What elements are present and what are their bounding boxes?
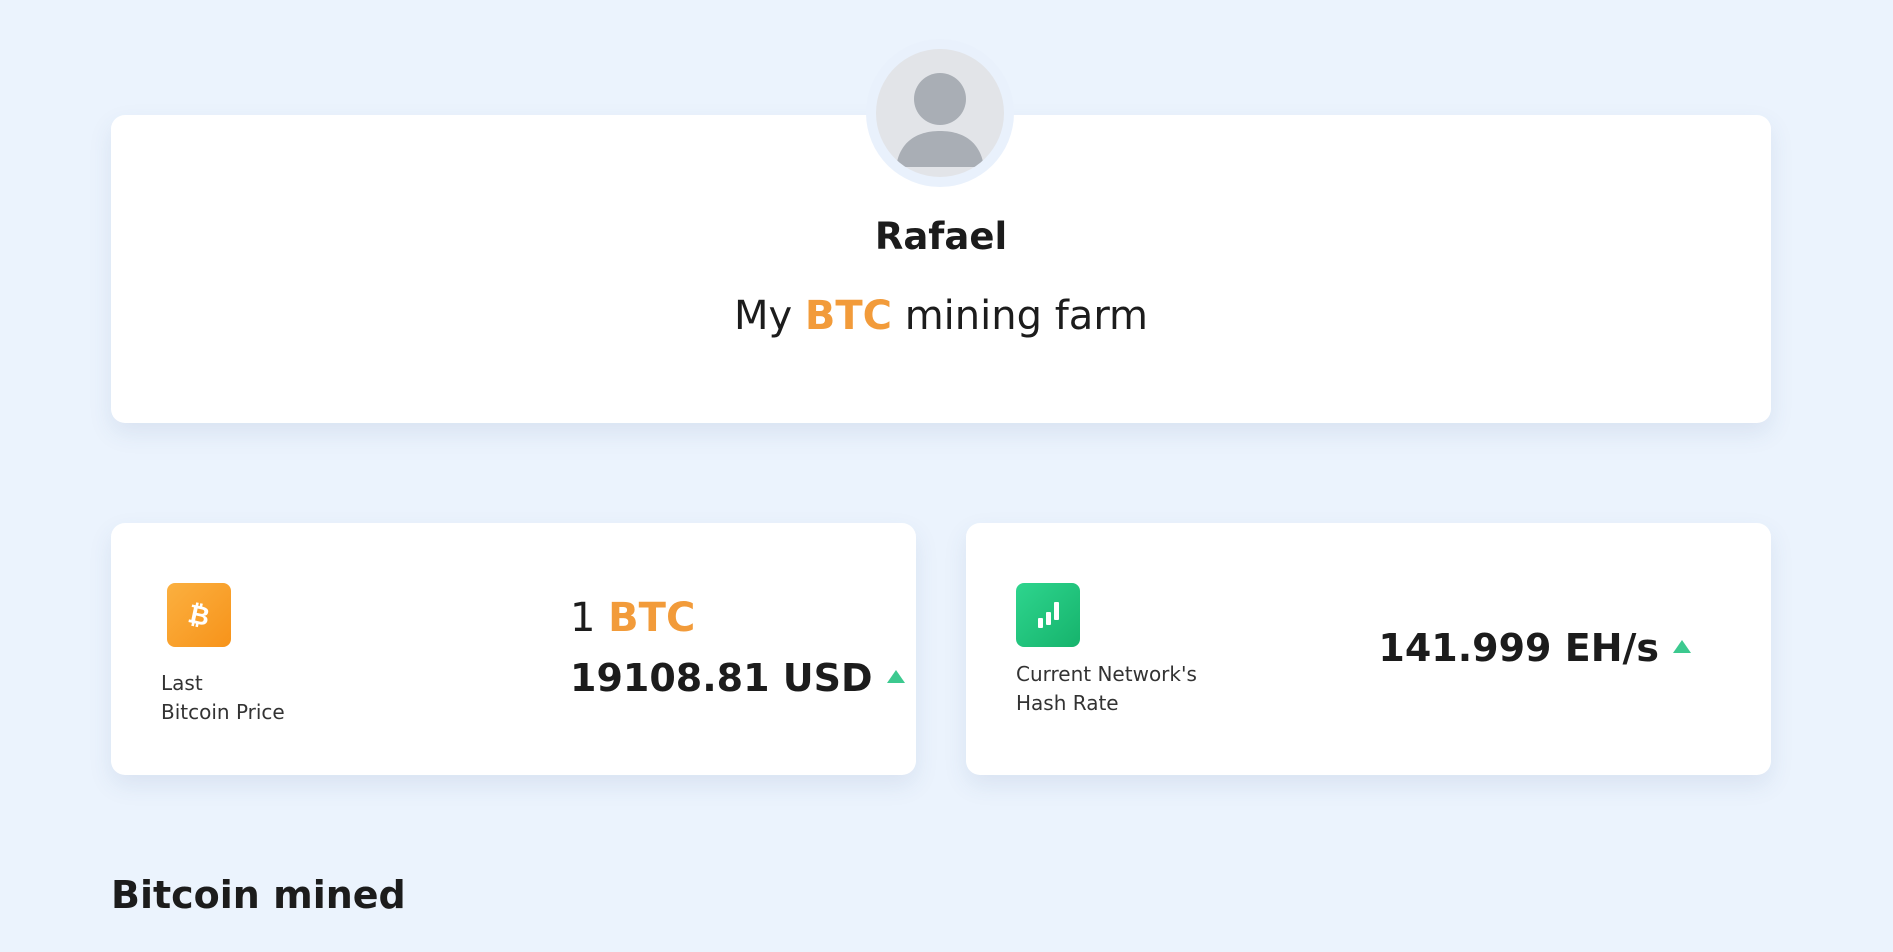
avatar-placeholder-icon — [876, 49, 1004, 177]
hash-rate-text: 141.999 EH/s — [1378, 626, 1659, 670]
section-title-bitcoin-mined: Bitcoin mined — [111, 873, 406, 917]
label-line-1: Current Network's — [1016, 662, 1197, 686]
btc-amount: 1 — [570, 595, 596, 641]
label-line-2: Hash Rate — [1016, 691, 1119, 715]
profile-name: Rafael — [874, 215, 1008, 258]
trend-up-icon — [886, 670, 905, 683]
avatar[interactable] — [866, 39, 1014, 187]
bitcoin-price-card: ₿ Last Bitcoin Price 1 BTC 19108.81 USD — [111, 523, 916, 775]
chart-bars-icon — [1016, 583, 1080, 647]
tagline-accent: BTC — [804, 293, 892, 339]
bitcoin-price-label: Last Bitcoin Price — [161, 669, 285, 727]
hash-rate-card: Current Network's Hash Rate 141.999 EH/s — [966, 523, 1771, 775]
tagline-prefix: My — [733, 293, 793, 339]
svg-text:₿: ₿ — [185, 599, 212, 632]
label-line-2: Bitcoin Price — [161, 700, 285, 724]
trend-up-icon — [1673, 640, 1691, 653]
btc-currency: BTC — [608, 595, 696, 641]
btc-unit: 1 BTC — [570, 595, 695, 641]
btc-price-value: 19108.81 USD — [570, 656, 905, 700]
profile-tagline: My BTC mining farm — [111, 293, 1771, 339]
label-line-1: Last — [161, 671, 203, 695]
bitcoin-icon: ₿ — [167, 583, 231, 647]
page: Rafael My BTC mining farm ₿ Last Bitcoin… — [0, 0, 1893, 952]
tagline-suffix: mining farm — [904, 293, 1149, 339]
price-text: 19108.81 USD — [570, 656, 873, 700]
hash-rate-value: 141.999 EH/s — [1378, 626, 1691, 670]
hash-rate-label: Current Network's Hash Rate — [1016, 660, 1197, 718]
